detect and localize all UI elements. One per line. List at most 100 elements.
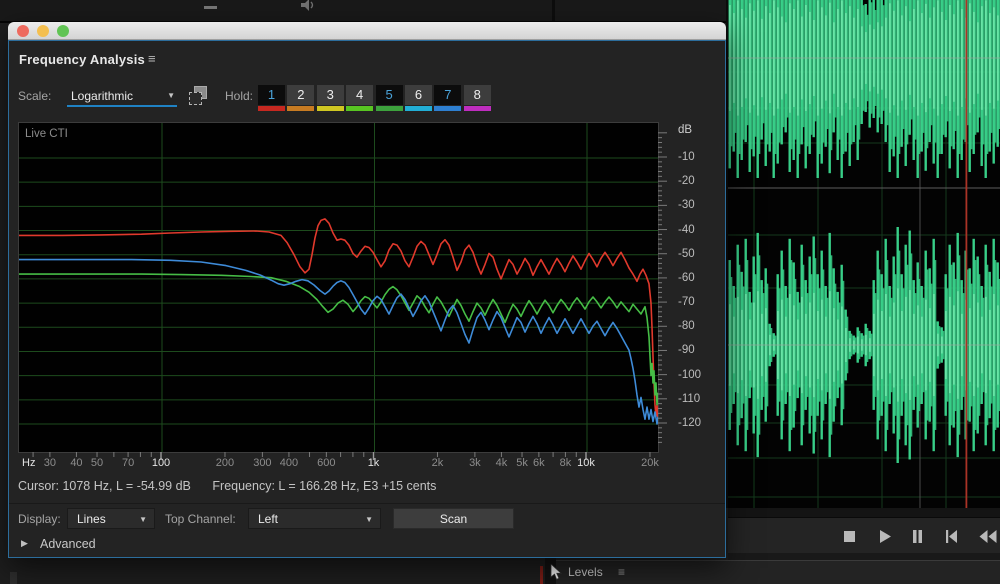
freq-tick-label: 20k (641, 457, 659, 469)
skip-to-start-button[interactable] (938, 523, 966, 549)
db-tick-label: -10 (678, 151, 695, 163)
db-tick-label: -60 (678, 272, 695, 284)
close-button[interactable] (17, 25, 29, 37)
hold-color-swatch (346, 106, 373, 111)
play-button[interactable] (871, 523, 899, 549)
db-tick-label: -90 (678, 344, 695, 356)
cursor-readout-row: Cursor: 1078 Hz, L = -54.99 dB Frequency… (18, 479, 454, 493)
focus-underline (67, 105, 177, 107)
freq-tick-label: 1k (368, 457, 380, 469)
freq-tick-label: 6k (533, 457, 545, 469)
db-tick-label: -50 (678, 248, 695, 260)
screen: Levels ≡ Frequency Analysis ≡ Scale: Log… (0, 0, 1000, 584)
hold-button-3[interactable]: 3 (317, 85, 344, 111)
minimize-button[interactable] (37, 25, 49, 37)
frequency-analysis-panel: Frequency Analysis ≡ Scale: Logarithmic … (8, 40, 726, 558)
hold-button-4[interactable]: 4 (346, 85, 373, 111)
freq-tick-label: 8k (560, 457, 572, 469)
bottom-controls: Display: Lines ▼ Top Channel: Left ▼ Sca… (9, 507, 725, 531)
speaker-icon (300, 0, 318, 14)
top-channel-label: Top Channel: (165, 512, 236, 526)
scale-dropdown[interactable]: Logarithmic ▼ (59, 85, 181, 107)
hold-color-swatch (464, 106, 491, 111)
db-unit-label: dB (678, 124, 692, 136)
db-tick-label: -110 (678, 393, 700, 405)
freq-tick-label: 400 (280, 457, 298, 469)
waveform-editor[interactable] (728, 0, 1000, 508)
pause-icon (909, 530, 927, 543)
zoom-button[interactable] (57, 25, 69, 37)
skip-to-start-icon (943, 530, 961, 543)
db-axis-labels: dB-10-20-30-40-50-60-70-80-90-100-110-12… (675, 122, 721, 453)
stop-icon (841, 530, 859, 543)
db-ruler (658, 122, 674, 453)
freq-tick-label: 3k (469, 457, 481, 469)
freq-tick-label: 4k (496, 457, 508, 469)
hold-button-6[interactable]: 6 (405, 85, 432, 111)
top-channel-value: Left (258, 512, 278, 526)
panel-divider (552, 0, 555, 21)
scale-label: Scale: (18, 89, 51, 103)
freq-tick-label: 50 (91, 457, 103, 469)
rewind-button[interactable] (974, 523, 1000, 549)
pause-button[interactable] (904, 523, 932, 549)
cursor-readout: Cursor: 1078 Hz, L = -54.99 dB (18, 479, 191, 493)
hold-color-swatch (434, 106, 461, 111)
db-tick-label: -40 (678, 224, 695, 236)
freq-tick-label: 600 (317, 457, 335, 469)
play-icon (876, 530, 894, 543)
hold-color-swatch (287, 106, 314, 111)
rewind-icon (979, 530, 997, 543)
hold-buttons: 12345678 (258, 85, 493, 111)
mouse-pointer (550, 564, 564, 581)
freq-axis-labels: Hz304050701002003004006001k2k3k4k5k6k8k1… (18, 457, 678, 471)
freq-tick-label: 100 (152, 457, 170, 469)
db-tick-label: -120 (678, 417, 701, 429)
db-tick-label: -80 (678, 320, 695, 332)
panel-menu-icon[interactable]: ≡ (618, 565, 625, 579)
top-channel-dropdown[interactable]: Left ▼ (248, 508, 381, 529)
freq-tick-label: 200 (216, 457, 234, 469)
copy-graph-icon[interactable] (187, 85, 209, 107)
frequency-plot[interactable]: Live CTI (18, 122, 659, 453)
stereo-waveform (728, 0, 1000, 508)
freq-tick-label: 2k (432, 457, 444, 469)
divider (9, 503, 725, 504)
hold-button-7[interactable]: 7 (434, 85, 461, 111)
hold-button-2[interactable]: 2 (287, 85, 314, 111)
panel-title: Frequency Analysis (19, 52, 145, 67)
minimize-icon (204, 6, 217, 9)
freq-tick-label: Hz (22, 457, 35, 469)
hold-button-1[interactable]: 1 (258, 85, 285, 111)
hold-color-swatch (258, 106, 285, 111)
frequency-analysis-window: Frequency Analysis ≡ Scale: Logarithmic … (8, 22, 726, 558)
hold-button-8[interactable]: 8 (464, 85, 491, 111)
freq-tick-label: 5k (516, 457, 528, 469)
panel-divider (726, 0, 728, 508)
freq-tick-label: 10k (577, 457, 595, 469)
transport-bar (728, 517, 1000, 554)
live-cti-label: Live CTI (25, 128, 68, 140)
stop-button[interactable] (836, 523, 864, 549)
advanced-label: Advanced (40, 537, 96, 551)
chevron-down-icon: ▼ (167, 91, 175, 100)
window-titlebar[interactable] (8, 22, 726, 40)
frequency-readout: Frequency: L = 166.28 Hz, E3 +15 cents (212, 479, 436, 493)
display-dropdown[interactable]: Lines ▼ (67, 508, 155, 529)
freq-tick-label: 30 (44, 457, 56, 469)
db-tick-label: -70 (678, 296, 695, 308)
advanced-toggle[interactable]: ▶ Advanced (9, 535, 309, 555)
panel-menu-icon[interactable]: ≡ (148, 51, 156, 66)
freq-tick-label: 40 (70, 457, 82, 469)
hold-color-swatch (376, 106, 403, 111)
panel-edge (10, 572, 17, 584)
display-label: Display: (18, 512, 61, 526)
hold-label: Hold: (225, 89, 253, 103)
disclosure-triangle-icon: ▶ (21, 538, 28, 549)
levels-panel: Levels ≡ (556, 560, 1000, 584)
db-tick-label: -100 (678, 369, 701, 381)
scan-button[interactable]: Scan (393, 508, 514, 529)
freq-tick-label: 70 (122, 457, 134, 469)
panel-divider (728, 508, 1000, 517)
hold-button-5[interactable]: 5 (376, 85, 403, 111)
